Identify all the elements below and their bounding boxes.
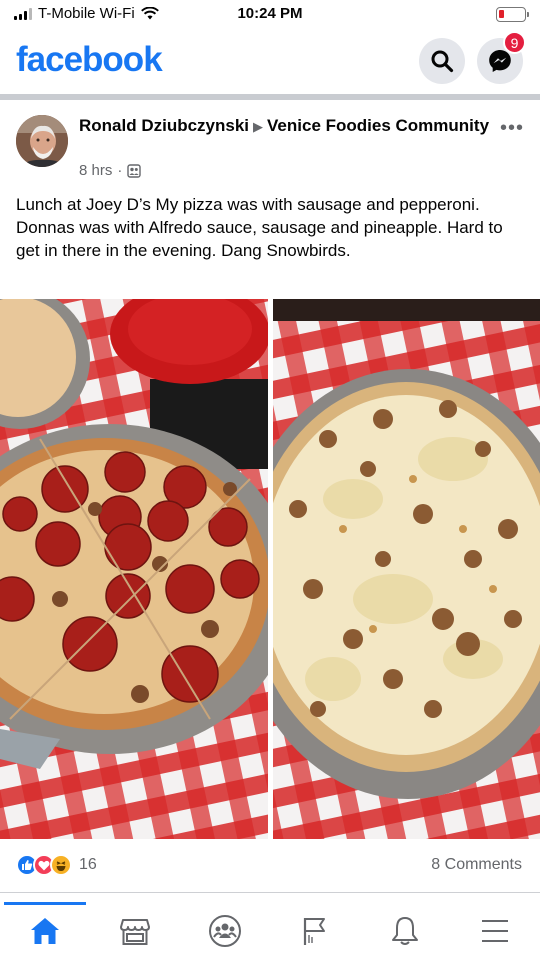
status-bar: T-Mobile Wi-Fi 10:24 PM — [0, 0, 540, 30]
feed-divider — [0, 94, 540, 100]
reactions-summary[interactable]: 16 — [16, 854, 97, 876]
group-name[interactable]: Venice Foodies Community — [267, 116, 489, 135]
menu-icon — [482, 920, 508, 942]
search-icon — [431, 50, 454, 73]
nav-groups[interactable] — [185, 902, 265, 960]
marketplace-icon — [120, 919, 150, 945]
post-meta: 8 hrs · — [79, 162, 142, 179]
nav-home[interactable] — [5, 902, 85, 960]
post-time[interactable]: 8 hrs — [79, 162, 112, 179]
nav-pages[interactable] — [275, 902, 355, 960]
author-name[interactable]: Ronald Dziubczynski — [79, 116, 249, 135]
reaction-count: 16 — [79, 856, 97, 873]
post-text: Lunch at Joey D’s My pizza was with saus… — [16, 195, 503, 260]
shared-to-arrow-icon: ▶ — [253, 119, 264, 134]
clock: 10:24 PM — [237, 5, 303, 22]
pepperoni-sausage-pizza-photo[interactable] — [0, 299, 268, 839]
messenger-badge: 9 — [503, 31, 526, 54]
nav-menu[interactable] — [455, 902, 535, 960]
author-avatar[interactable] — [16, 115, 68, 167]
comments-count-link[interactable]: 8 Comments — [431, 856, 522, 874]
messenger-button[interactable]: 9 — [477, 31, 526, 84]
avatar-image — [16, 115, 68, 167]
battery-icon — [496, 7, 529, 22]
search-button[interactable] — [419, 38, 465, 84]
app-header: facebook 9 — [0, 30, 540, 94]
nav-notifications[interactable] — [365, 902, 445, 960]
groups-icon — [209, 915, 241, 947]
nav-marketplace[interactable] — [95, 902, 175, 960]
haha-icon — [50, 854, 72, 876]
facebook-logo[interactable]: facebook — [16, 40, 163, 80]
post-footer-divider — [0, 892, 540, 893]
home-icon — [31, 918, 59, 944]
group-members-icon — [127, 163, 142, 178]
bottom-nav — [0, 902, 540, 960]
more-options-icon[interactable]: ••• — [500, 117, 524, 140]
alfredo-sausage-pineapple-pizza-photo[interactable] — [273, 299, 540, 839]
post-author-line: Ronald Dziubczynski ▶ Venice Foodies Commu… — [79, 115, 499, 138]
pages-flag-icon — [303, 918, 325, 945]
notifications-bell-icon — [392, 917, 418, 945]
